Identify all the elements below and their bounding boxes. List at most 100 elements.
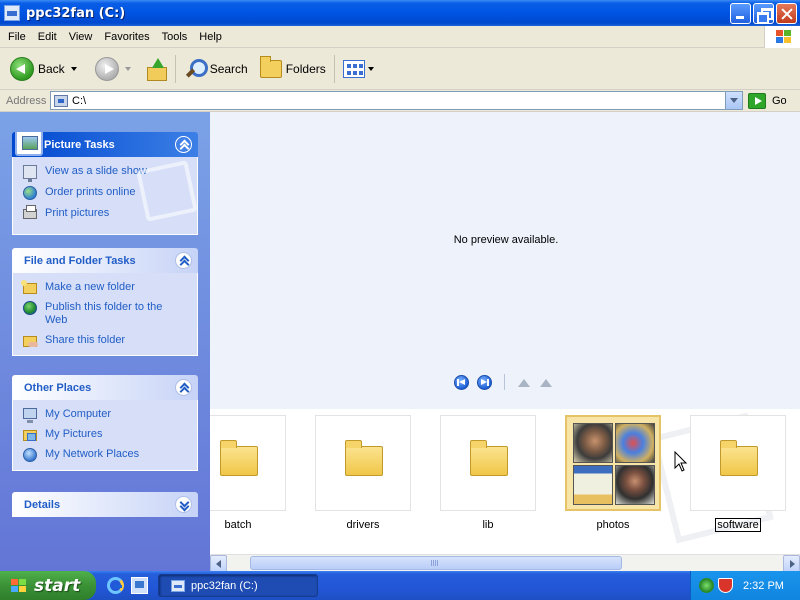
share-folder-icon <box>23 336 38 347</box>
security-shield-icon[interactable] <box>718 578 733 593</box>
task-label: Share this folder <box>45 334 126 346</box>
window-title: ppc32fan (C:) <box>26 5 126 21</box>
file-name-label: drivers <box>346 519 380 531</box>
internet-explorer-icon[interactable] <box>107 577 124 594</box>
clock[interactable]: 2:32 PM <box>743 580 784 592</box>
rename-field[interactable]: software <box>690 518 786 532</box>
file-folder-tasks-title: File and Folder Tasks <box>24 254 136 267</box>
menu-favorites[interactable]: Favorites <box>98 31 155 43</box>
task-publish-to-web[interactable]: Publish this folder to the Web <box>23 301 187 327</box>
menu-edit[interactable]: Edit <box>32 31 63 43</box>
toolbar-separator <box>333 54 335 83</box>
address-field[interactable]: C:\ <box>50 91 743 110</box>
file-name-label[interactable]: software <box>715 518 761 532</box>
forward-dropdown-icon[interactable] <box>124 66 131 71</box>
thumbnail[interactable] <box>210 415 286 511</box>
task-share-folder[interactable]: Share this folder <box>23 334 187 347</box>
other-places-header[interactable]: Other Places <box>12 375 198 400</box>
scroll-thumb[interactable] <box>250 556 622 570</box>
network-places-icon <box>23 448 37 462</box>
toolbar-separator <box>174 54 176 83</box>
address-label: Address <box>6 94 47 107</box>
address-dropdown-icon[interactable] <box>725 92 742 109</box>
menu-tools[interactable]: Tools <box>156 31 194 43</box>
photo-thumbnail <box>573 423 613 463</box>
task-pane: Picture Tasks View as a slide show Order… <box>0 112 210 572</box>
file-folder-tasks-panel: File and Folder Tasks Make a new folder … <box>12 248 198 356</box>
back-button[interactable]: Back <box>0 52 81 86</box>
preview-pane: No preview available. <box>210 112 800 409</box>
place-my-network-places[interactable]: My Network Places <box>23 448 187 462</box>
thumbnail-selected[interactable] <box>565 415 661 511</box>
file-name-label: lib <box>482 519 494 531</box>
new-folder-icon <box>21 280 37 294</box>
restore-button[interactable] <box>753 3 774 24</box>
place-label: My Computer <box>45 408 112 420</box>
taskbar-window-label: ppc32fan (C:) <box>191 579 258 592</box>
minimize-button[interactable] <box>730 3 751 24</box>
details-header[interactable]: Details <box>12 492 198 517</box>
collapse-chevron-icon[interactable] <box>175 136 192 153</box>
expand-chevron-icon[interactable] <box>175 496 192 513</box>
picture-tasks-header[interactable]: Picture Tasks <box>12 132 198 157</box>
folders-button[interactable]: Folders <box>256 52 330 86</box>
place-my-computer[interactable]: My Computer <box>23 408 187 423</box>
views-button[interactable] <box>339 52 378 86</box>
filmstrip-controls <box>454 374 553 390</box>
toolbar: Back Search Folders <box>0 48 800 90</box>
thumbnail[interactable] <box>315 415 411 511</box>
close-button[interactable] <box>776 3 797 24</box>
folders-label: Folders <box>285 61 326 76</box>
windows-flag-icon <box>10 578 28 594</box>
film-item-software[interactable]: software <box>690 415 786 532</box>
folder-window-icon <box>171 579 185 592</box>
collapse-chevron-icon[interactable] <box>175 252 192 269</box>
taskbar-window-button[interactable]: ppc32fan (C:) <box>158 574 318 597</box>
my-pictures-icon <box>23 430 37 441</box>
details-title: Details <box>24 498 61 511</box>
picture-watermark-icon <box>136 160 198 222</box>
slideshow-icon <box>23 165 37 182</box>
next-image-icon[interactable] <box>477 374 492 390</box>
task-make-new-folder[interactable]: Make a new folder <box>21 280 187 294</box>
search-button[interactable]: Search <box>180 52 252 86</box>
place-my-pictures[interactable]: My Pictures <box>23 428 187 441</box>
network-tray-icon[interactable] <box>699 578 714 593</box>
film-item-drivers[interactable]: drivers <box>315 415 411 531</box>
title-bar[interactable]: ppc32fan (C:) <box>0 0 800 26</box>
start-button[interactable]: start <box>0 571 96 600</box>
forward-button[interactable] <box>91 52 135 86</box>
rotate-counterclockwise-icon[interactable] <box>539 376 553 388</box>
scroll-left-icon[interactable] <box>210 555 227 572</box>
film-item-photos[interactable]: photos <box>565 415 661 531</box>
picture-tasks-icon <box>15 132 43 156</box>
views-dropdown-icon[interactable] <box>367 66 374 71</box>
previous-image-icon[interactable] <box>454 374 469 390</box>
picture-tasks-body: View as a slide show Order prints online… <box>12 157 198 235</box>
menu-help[interactable]: Help <box>193 31 228 43</box>
back-dropdown-icon[interactable] <box>70 66 77 71</box>
collapse-chevron-icon[interactable] <box>175 379 192 396</box>
forward-arrow-icon <box>94 56 119 81</box>
film-item-batch[interactable]: batch <box>210 415 286 531</box>
horizontal-scrollbar[interactable] <box>210 554 800 572</box>
thumbnail[interactable] <box>690 415 786 511</box>
start-label: start <box>34 575 81 596</box>
my-computer-icon <box>23 408 37 423</box>
show-desktop-icon[interactable] <box>131 577 148 594</box>
place-label: My Pictures <box>45 428 103 440</box>
search-icon <box>184 58 208 80</box>
file-folder-tasks-header[interactable]: File and Folder Tasks <box>12 248 198 273</box>
address-value[interactable]: C:\ <box>72 95 86 107</box>
go-button[interactable]: Go <box>748 92 787 109</box>
go-arrow-icon <box>748 92 766 109</box>
film-item-lib[interactable]: lib <box>440 415 536 531</box>
thumbnail[interactable] <box>440 415 536 511</box>
globe-icon <box>23 186 37 200</box>
scroll-right-icon[interactable] <box>783 555 800 572</box>
menu-view[interactable]: View <box>63 31 99 43</box>
up-button[interactable] <box>141 52 171 86</box>
menu-file[interactable]: File <box>0 31 32 43</box>
rotate-clockwise-icon[interactable] <box>517 376 531 388</box>
views-icon <box>342 59 365 78</box>
